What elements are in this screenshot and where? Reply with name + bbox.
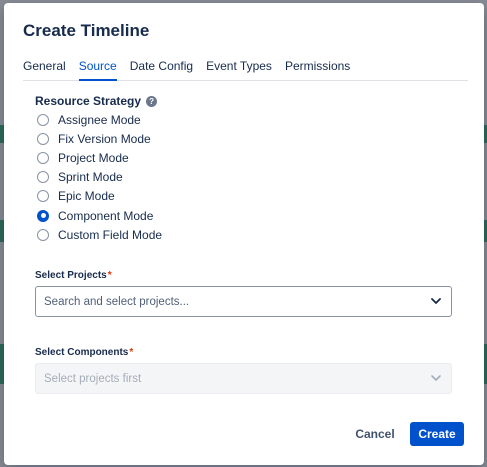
- radio-label: Sprint Mode: [58, 170, 123, 185]
- radio-sprint-mode[interactable]: Sprint Mode: [37, 168, 162, 187]
- radio-label: Project Mode: [58, 150, 129, 165]
- create-timeline-dialog: Create Timeline General Source Date Conf…: [4, 3, 484, 465]
- resource-strategy-radio-group: Assignee Mode Fix Version Mode Project M…: [37, 110, 162, 244]
- tab-permissions[interactable]: Permissions: [285, 59, 350, 80]
- select-projects-label-text: Select Projects: [35, 270, 107, 281]
- radio-label: Custom Field Mode: [58, 227, 163, 242]
- select-components-placeholder: Select projects first: [44, 372, 142, 385]
- radio-button[interactable]: [37, 113, 49, 126]
- radio-button[interactable]: [37, 132, 49, 145]
- select-components-dropdown: Select projects first: [35, 363, 452, 394]
- radio-label: Fix Version Mode: [58, 131, 151, 146]
- select-projects-placeholder: Search and select projects...: [44, 295, 190, 308]
- dialog-title: Create Timeline: [23, 21, 150, 40]
- select-projects-dropdown[interactable]: Search and select projects...: [35, 286, 452, 317]
- question-circle-icon[interactable]: ?: [146, 95, 158, 107]
- select-components-label-text: Select Components: [35, 347, 129, 358]
- radio-project-mode[interactable]: Project Mode: [37, 148, 162, 167]
- tab-bar: General Source Date Config Event Types P…: [23, 59, 468, 81]
- chevron-down-icon: [429, 295, 443, 309]
- radio-button[interactable]: [37, 190, 49, 203]
- resource-strategy-text: Resource Strategy: [35, 94, 142, 108]
- radio-button[interactable]: [37, 228, 49, 241]
- cancel-button[interactable]: Cancel: [350, 422, 400, 446]
- radio-custom-field-mode[interactable]: Custom Field Mode: [37, 225, 162, 244]
- radio-label: Epic Mode: [58, 189, 115, 204]
- radio-fix-version-mode[interactable]: Fix Version Mode: [37, 129, 162, 148]
- radio-label: Assignee Mode: [58, 112, 141, 127]
- radio-button[interactable]: [37, 151, 49, 164]
- radio-component-mode[interactable]: Component Mode: [37, 206, 162, 225]
- tab-general[interactable]: General: [23, 59, 66, 80]
- radio-label: Component Mode: [58, 208, 154, 223]
- select-projects-label: Select Projects*: [35, 270, 112, 281]
- chevron-down-icon: [429, 372, 443, 386]
- resource-strategy-label: Resource Strategy ?: [35, 94, 158, 108]
- required-mark: *: [129, 347, 134, 358]
- radio-button-checked[interactable]: [37, 209, 49, 222]
- select-components-label: Select Components*: [35, 347, 133, 358]
- tab-source[interactable]: Source: [78, 59, 117, 81]
- required-mark: *: [107, 270, 112, 281]
- tab-event-types[interactable]: Event Types: [206, 59, 272, 80]
- radio-assignee-mode[interactable]: Assignee Mode: [37, 110, 162, 129]
- tab-date-config[interactable]: Date Config: [130, 59, 193, 80]
- create-button[interactable]: Create: [410, 422, 464, 446]
- radio-epic-mode[interactable]: Epic Mode: [37, 187, 162, 206]
- radio-button[interactable]: [37, 171, 49, 184]
